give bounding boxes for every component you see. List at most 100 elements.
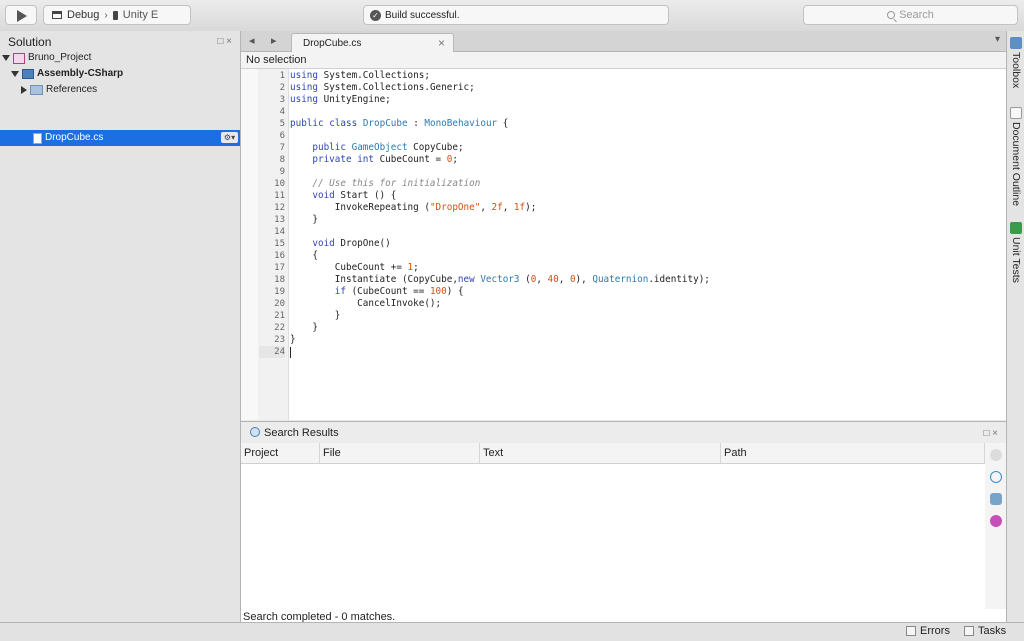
breadcrumb[interactable]: No selection bbox=[246, 54, 307, 66]
search-results-icon bbox=[250, 427, 260, 437]
line-number: 16 bbox=[274, 251, 285, 261]
build-status: ✓ Build successful. bbox=[363, 5, 669, 25]
line-number: 19 bbox=[274, 287, 285, 297]
tab-document-outline[interactable]: Document Outline bbox=[1007, 107, 1024, 206]
tree-item-assembly[interactable]: Assembly-CSharp bbox=[11, 66, 123, 82]
column-header-project[interactable]: Project bbox=[241, 443, 320, 463]
device-icon bbox=[112, 10, 118, 20]
search-placeholder: Search bbox=[899, 9, 934, 21]
line-number: 9 bbox=[279, 167, 285, 177]
code-line: } bbox=[290, 334, 296, 345]
results-side-toolbar bbox=[985, 443, 1006, 609]
code-line: } bbox=[290, 310, 341, 321]
line-number: 23 bbox=[274, 335, 285, 345]
gear-icon[interactable]: ⚙▾ bbox=[221, 132, 238, 143]
chevron-right-icon: › bbox=[104, 9, 108, 21]
tasks-button[interactable]: Tasks bbox=[964, 625, 1006, 637]
line-number-current: 24 bbox=[259, 346, 285, 358]
tree-item-label: DropCube.cs bbox=[45, 132, 104, 143]
editor-margin bbox=[241, 69, 259, 420]
tasks-label: Tasks bbox=[978, 625, 1007, 637]
line-number: 1 bbox=[279, 71, 285, 81]
line-number: 15 bbox=[274, 239, 285, 249]
tab-unit-tests[interactable]: Unit Tests bbox=[1007, 222, 1024, 283]
tab-label: DropCube.cs bbox=[303, 38, 362, 49]
code-line: InvokeRepeating ("DropOne", 2f, 1f); bbox=[290, 202, 537, 213]
main-toolbar: Debug › Unity E ✓ Build successful. Sear… bbox=[0, 0, 1024, 32]
line-number: 11 bbox=[274, 191, 285, 201]
tree-item-solution[interactable]: Bruno_Project bbox=[2, 50, 91, 66]
line-number: 7 bbox=[279, 143, 285, 153]
expander-icon[interactable] bbox=[11, 71, 19, 77]
expander-icon[interactable] bbox=[2, 55, 10, 61]
search-results-title: Search Results bbox=[264, 427, 339, 439]
expander-icon[interactable] bbox=[21, 86, 27, 94]
tab-toolbox[interactable]: Toolbox bbox=[1007, 37, 1024, 88]
folder-icon bbox=[30, 85, 43, 95]
code-line: // Use this for initialization bbox=[290, 178, 481, 189]
line-number: 17 bbox=[274, 263, 285, 273]
target-label: Unity E bbox=[122, 9, 159, 21]
output-icon[interactable] bbox=[990, 493, 1002, 505]
code-line: public GameObject CopyCube; bbox=[312, 142, 464, 153]
pin-icon[interactable] bbox=[990, 515, 1002, 527]
line-number: 8 bbox=[279, 155, 285, 165]
rerun-icon[interactable] bbox=[990, 471, 1002, 483]
configuration-label: Debug bbox=[67, 9, 100, 21]
code-line: { bbox=[290, 250, 318, 261]
code-line: using System.Collections.Generic; bbox=[290, 82, 475, 93]
nav-forward-button[interactable]: ▸ bbox=[271, 34, 277, 47]
code-line: private int CubeCount = 0; bbox=[312, 154, 458, 165]
line-number: 5 bbox=[279, 119, 285, 129]
close-icon[interactable]: × bbox=[438, 36, 445, 50]
errors-button[interactable]: Errors bbox=[906, 625, 950, 637]
code-line: using System.Collections; bbox=[290, 70, 430, 81]
tree-item-dropcube[interactable]: DropCube.cs ⚙▾ bbox=[0, 130, 240, 146]
checkbox-icon bbox=[964, 626, 974, 636]
code-line: } bbox=[290, 322, 318, 333]
code-line: Instantiate (CopyCube,new Vector3 (0, 40… bbox=[290, 274, 710, 285]
code-line: if (CubeCount == 100) { bbox=[334, 286, 464, 297]
code-line: void Start () { bbox=[312, 190, 397, 201]
results-column-headers: Project File Text Path bbox=[241, 443, 985, 464]
line-number: 13 bbox=[274, 215, 285, 225]
search-results-header: Search Results □ × bbox=[241, 422, 1006, 443]
tree-item-label: References bbox=[46, 84, 98, 95]
toolbox-icon bbox=[1010, 37, 1022, 49]
solution-title: Solution bbox=[8, 35, 52, 49]
code-line: public class DropCube : MonoBehaviour { bbox=[290, 118, 509, 129]
pad-controls[interactable]: □ × bbox=[983, 428, 998, 439]
text-cursor bbox=[290, 347, 291, 358]
toolbox-label: Toolbox bbox=[1010, 52, 1022, 89]
search-results-pad: Search Results □ × Project File Text Pat… bbox=[241, 421, 1006, 623]
line-number: 22 bbox=[274, 323, 285, 333]
file-icon bbox=[33, 132, 42, 144]
build-status-text: Build successful. bbox=[385, 9, 460, 21]
nav-back-button[interactable]: ◂ bbox=[249, 34, 255, 47]
tree-item-references[interactable]: References bbox=[21, 82, 97, 98]
line-number-gutter: 1 2 3 4 5 6 7 8 9 10 11 12 13 14 15 16 1… bbox=[258, 69, 289, 420]
line-number: 3 bbox=[279, 95, 285, 105]
run-button[interactable] bbox=[5, 5, 37, 25]
document-outline-icon bbox=[1010, 107, 1022, 119]
line-number: 18 bbox=[274, 275, 285, 285]
column-header-path[interactable]: Path bbox=[721, 443, 985, 463]
line-number: 12 bbox=[274, 203, 285, 213]
run-configuration-selector[interactable]: Debug › Unity E bbox=[43, 5, 191, 25]
pad-controls[interactable]: □ × bbox=[217, 36, 232, 47]
stop-icon[interactable] bbox=[990, 449, 1002, 461]
code-editor[interactable]: using System.Collections; using System.Co… bbox=[289, 69, 1006, 420]
right-dock-bar: Toolbox Document Outline Unit Tests bbox=[1006, 31, 1024, 622]
path-bar: No selection bbox=[241, 52, 1006, 69]
tab-menu-button[interactable]: ▾ bbox=[995, 34, 1000, 45]
window-icon bbox=[52, 11, 62, 19]
column-header-text[interactable]: Text bbox=[480, 443, 721, 463]
column-header-file[interactable]: File bbox=[320, 443, 480, 463]
warning-icon bbox=[906, 626, 916, 636]
search-icon bbox=[887, 11, 896, 19]
code-line: } bbox=[290, 214, 318, 225]
code-line: CubeCount += 1; bbox=[290, 262, 419, 273]
search-input[interactable]: Search bbox=[803, 5, 1018, 25]
line-number: 2 bbox=[279, 83, 285, 93]
tab-dropcube[interactable]: DropCube.cs × bbox=[291, 33, 454, 52]
